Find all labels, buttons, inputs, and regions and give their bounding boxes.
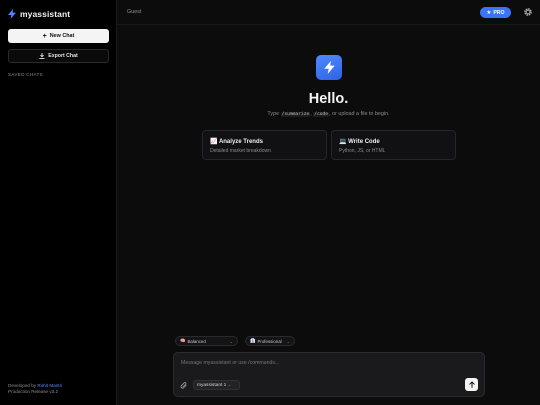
greeting-title: Hello.	[308, 91, 349, 107]
model-select[interactable]: myassistant 1 ^	[193, 380, 240, 390]
summarize-command: /summarize	[280, 112, 311, 117]
assistant-logo-icon	[316, 55, 342, 80]
star-icon: ★	[486, 9, 492, 16]
pro-badge[interactable]: ★ PRO	[480, 7, 511, 18]
card-title: 💻 Write Code	[339, 138, 380, 145]
suit-icon: 👔	[250, 338, 256, 343]
card-description: Detailed market breakdown	[210, 148, 271, 154]
paperclip-icon[interactable]	[180, 381, 188, 390]
chart-icon: 📈	[210, 139, 218, 145]
user-status: Guest	[127, 9, 142, 15]
new-chat-label: New Chat	[49, 33, 75, 39]
card-description: Python, JS, or HTML	[339, 148, 386, 154]
model-value: myassistant 1	[197, 382, 227, 388]
developer-link[interactable]: Rohit Mantri	[37, 383, 62, 388]
card-title: 📈 Analyze Trends	[210, 138, 263, 145]
greeting-subtitle: Type /summarize, /code, or upload a file…	[117, 111, 540, 117]
suggestion-card-write-code[interactable]: 💻 Write Code Python, JS, or HTML	[331, 130, 456, 160]
chevron-up-icon: ^	[228, 382, 231, 388]
brand[interactable]: myassistant	[8, 9, 70, 19]
chevron-down-icon: ⌄	[286, 338, 290, 344]
new-chat-button[interactable]: + New Chat	[8, 29, 109, 43]
mode-select[interactable]: 🧠 Balanced ⌄	[175, 336, 238, 346]
card-title-text: Write Code	[348, 139, 380, 145]
message-composer: myassistant 1 ^	[173, 352, 485, 397]
release-version: Production Release v3.2	[8, 389, 59, 395]
plus-icon: +	[42, 32, 47, 40]
suggestion-card-analyze-trends[interactable]: 📈 Analyze Trends Detailed market breakdo…	[202, 130, 327, 160]
laptop-icon: 💻	[339, 139, 347, 145]
lightning-bolt-icon	[8, 9, 16, 19]
export-chat-button[interactable]: Export Chat	[8, 49, 109, 63]
subtitle-suffix: , or upload a file to begin.	[329, 111, 390, 117]
card-title-text: Analyze Trends	[218, 139, 263, 145]
sidebar: myassistant + New Chat Export Chat SAVED…	[0, 0, 117, 405]
footer-prefix: Developed by	[8, 383, 38, 388]
brain-icon: 🧠	[180, 338, 186, 343]
download-icon	[39, 53, 45, 59]
tone-select[interactable]: 👔 Professional ⌄	[245, 336, 295, 346]
brand-name: myassistant	[20, 9, 71, 19]
export-chat-label: Export Chat	[48, 53, 78, 59]
tone-value: Professional	[257, 338, 282, 344]
message-input[interactable]	[181, 358, 471, 368]
arrow-up-icon	[468, 381, 475, 388]
pro-label: PRO	[493, 9, 505, 16]
saved-chats-heading: SAVED CHATS	[8, 72, 44, 77]
gear-icon[interactable]	[523, 7, 533, 17]
chevron-down-icon: ⌄	[229, 338, 233, 344]
code-command: /code	[313, 112, 330, 117]
mode-value: Balanced	[187, 338, 206, 344]
top-bar: Guest ★ PRO	[117, 0, 540, 25]
send-button[interactable]	[465, 378, 478, 391]
subtitle-prefix: Type	[267, 111, 281, 117]
sidebar-footer: Developed by Rohit Mantri Production Rel…	[8, 383, 62, 395]
